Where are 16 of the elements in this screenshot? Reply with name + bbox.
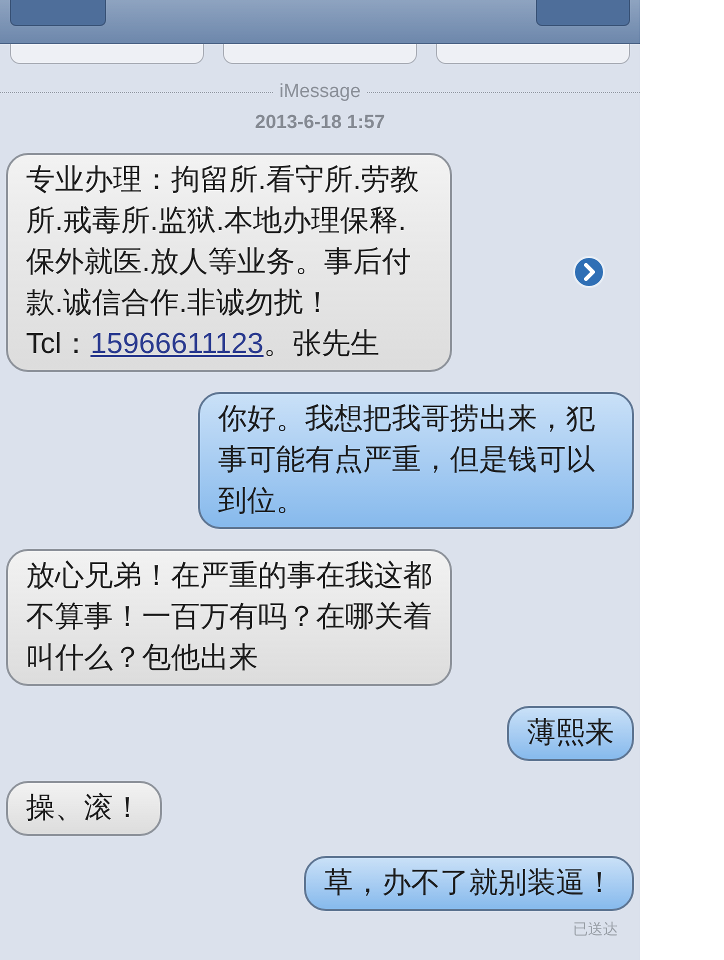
timestamp: 2013-6-18 1:57 xyxy=(255,110,385,134)
disclosure-icon[interactable] xyxy=(573,256,605,288)
edit-button[interactable] xyxy=(536,0,630,26)
back-button[interactable] xyxy=(10,0,106,26)
service-label: iMessage xyxy=(278,80,362,104)
message-text: 你好。我想把我哥捞出来，犯事可能有点严重，但是钱可以到位。 xyxy=(218,402,596,519)
action-button[interactable] xyxy=(223,44,417,64)
message-text: 薄熙来 xyxy=(527,716,614,751)
action-button[interactable] xyxy=(10,44,204,64)
delivery-status: 已送达 xyxy=(573,920,618,940)
message-text: 放心兄弟！在严重的事在我这都不算事！一百万有吗？在哪关着叫什么？包他出来 xyxy=(26,559,432,676)
message-text: 专业办理：拘留所.看守所.劳教所.戒毒所.监狱.本地办理保释.保外就医.放人等业务。事后付款.诚信合作.非诚勿扰！ Tcl：15966611123。张先生 xyxy=(26,163,420,362)
message-text: 操、滚！ xyxy=(26,791,142,826)
action-button[interactable] xyxy=(436,44,630,64)
message-text: 草，办不了就别装逼！ xyxy=(324,866,614,901)
phone-link[interactable]: 15966611123 xyxy=(90,328,264,360)
